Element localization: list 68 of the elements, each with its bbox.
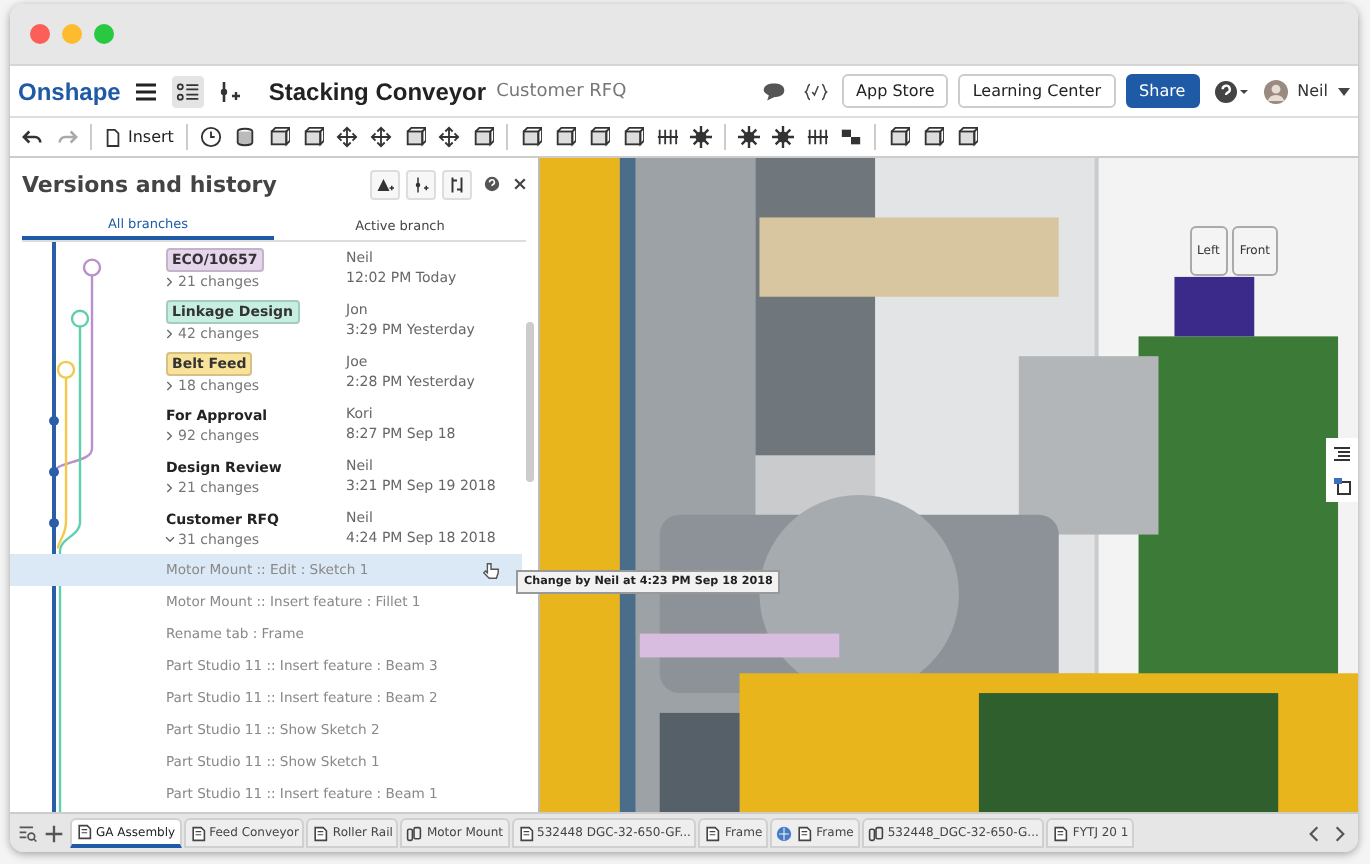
toolbar-tool-icon[interactable]	[621, 126, 644, 148]
toolbar-tool-icon[interactable]	[839, 126, 862, 148]
document-title: Stacking Conveyor	[268, 77, 487, 105]
compare-icon	[448, 175, 466, 193]
toolbar-tool-icon[interactable]	[921, 126, 944, 148]
search-tabs-icon[interactable]	[18, 823, 38, 843]
toolbar-tool-icon[interactable]	[335, 126, 358, 148]
toolbar-tool-icon[interactable]	[519, 126, 542, 148]
hand-cursor-icon	[482, 561, 500, 579]
user-name[interactable]: Neil	[1297, 82, 1328, 100]
header-button[interactable]: Learning Center	[958, 74, 1116, 108]
header-button[interactable]: App Store	[842, 74, 949, 108]
toolbar-tool-icon[interactable]	[887, 126, 910, 148]
share-button[interactable]: Share	[1125, 74, 1200, 108]
toolbar-tool-icon[interactable]	[955, 126, 978, 148]
toolbar-tool-icon[interactable]	[369, 126, 392, 148]
compare-button[interactable]	[442, 169, 472, 199]
branch-node	[56, 360, 76, 379]
feature-list-icon[interactable]	[172, 75, 205, 107]
toolbar-tool-icon[interactable]	[437, 126, 460, 148]
branch-node	[70, 309, 90, 328]
toolbar-tool-icon[interactable]	[587, 126, 610, 148]
add-tab-icon[interactable]	[44, 823, 64, 843]
version-node	[49, 415, 59, 426]
help-icon[interactable]	[1209, 75, 1254, 107]
version-plus-icon	[376, 175, 394, 193]
panel-title: Versions and history	[22, 171, 277, 197]
toolbar-tool-icon[interactable]	[805, 126, 828, 148]
toolbar-tool-icon[interactable]	[301, 126, 324, 148]
scroll-right-icon[interactable]	[1330, 823, 1350, 843]
scroll-left-icon[interactable]	[1304, 823, 1324, 843]
version-node	[49, 467, 59, 477]
configuration-icon	[1332, 476, 1352, 496]
avatar-icon[interactable]	[1263, 79, 1288, 103]
document-icon	[104, 126, 122, 148]
insert-button[interactable]: Insert	[104, 126, 174, 148]
help-icon[interactable]	[484, 176, 500, 192]
document-icon	[312, 825, 329, 841]
assembly-icon	[867, 825, 884, 841]
toolbar-tool-icon[interactable]	[655, 126, 678, 148]
workspace-name: Customer RFQ	[496, 81, 627, 101]
toolbar-tool-icon[interactable]	[233, 126, 256, 148]
branch-node	[82, 258, 102, 277]
undo-icon[interactable]	[22, 126, 44, 148]
toolbar-tool-icon[interactable]	[689, 126, 712, 148]
list-icon	[1332, 444, 1352, 464]
close-icon[interactable]	[512, 176, 528, 192]
document-icon	[189, 825, 206, 841]
toolbar-tool-icon[interactable]	[553, 126, 576, 148]
document-icon	[517, 825, 534, 841]
toolbar-tool-icon[interactable]	[199, 126, 222, 148]
caret-icon[interactable]	[1338, 87, 1350, 95]
toolbar-tool-icon[interactable]	[403, 126, 426, 148]
document-icon	[76, 824, 92, 840]
create-version-button[interactable]	[370, 169, 400, 199]
app-logo[interactable]: Onshape	[18, 77, 121, 105]
document-icon	[704, 825, 721, 841]
toolbar-tool-icon[interactable]	[737, 126, 760, 148]
scrollbar[interactable]	[526, 322, 534, 482]
assembly-icon	[406, 825, 423, 841]
document-icon	[1052, 825, 1069, 841]
toolbar-tool-icon[interactable]	[471, 126, 494, 148]
branch-plus-icon	[412, 175, 430, 193]
globe-icon	[776, 825, 793, 841]
toolbar-tool-icon[interactable]	[771, 126, 794, 148]
branch-button[interactable]	[406, 169, 436, 199]
toolbar-tool-icon[interactable]	[267, 126, 290, 148]
version-node	[49, 518, 59, 528]
